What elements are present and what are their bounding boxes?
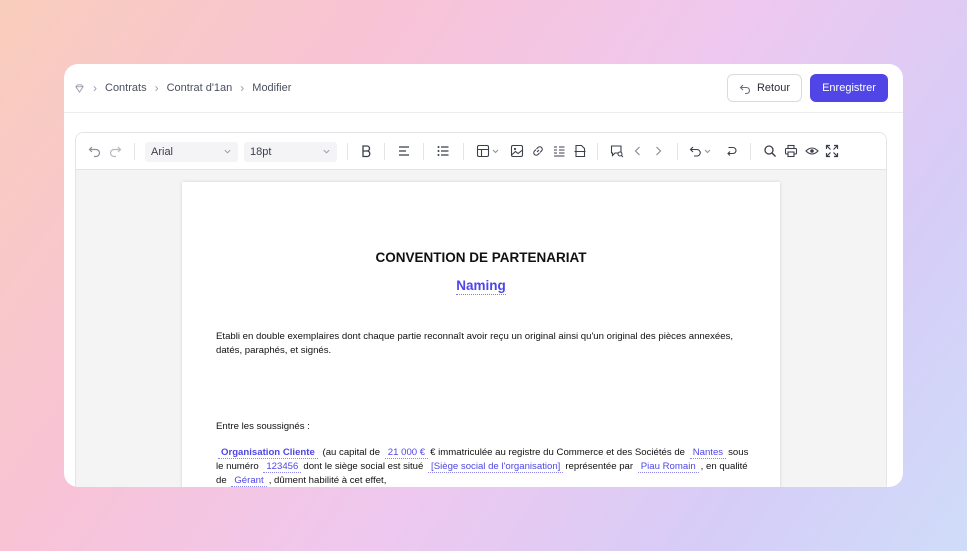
table-icon[interactable] — [476, 143, 502, 159]
chevron-right-icon: › — [93, 81, 97, 95]
clause-text: sous — [728, 447, 749, 458]
registration-number-field[interactable]: 123456 — [263, 461, 302, 473]
editor-toolbar: Arial 18pt — [76, 133, 886, 170]
clause-text: , dûment habilité à cet effet, — [268, 475, 387, 486]
breadcrumb-item-current: Modifier — [252, 82, 292, 94]
intro-line: datés, paraphés, et signés. — [216, 345, 332, 356]
preview-icon[interactable] — [804, 143, 820, 159]
comment-icon[interactable] — [609, 143, 625, 159]
back-button-label: Retour — [756, 82, 791, 94]
role-field[interactable]: Gérant — [231, 475, 267, 487]
back-button[interactable]: Retour — [727, 74, 802, 102]
toolbar-divider — [423, 143, 424, 160]
font-size-value: 18pt — [250, 146, 272, 158]
clause-line: Organisation Cliente (au capital de 21 0… — [216, 446, 750, 460]
clause-text: dont le siège social est situé — [303, 461, 424, 472]
save-button[interactable]: Enregistrer — [810, 74, 888, 102]
toolbar-divider — [463, 143, 464, 160]
clause-text: € immatriculée au registre du Commerce e… — [430, 447, 686, 458]
chevron-down-icon — [323, 149, 330, 154]
document-icon[interactable] — [572, 143, 588, 159]
return-icon — [739, 84, 750, 94]
save-button-label: Enregistrer — [822, 82, 876, 94]
representative-field[interactable]: Piau Romain — [637, 461, 699, 473]
address-field[interactable]: [Siège social de l'organisation] — [428, 461, 564, 473]
intro-paragraph: Etabli en double exemplaires dont chaque… — [216, 330, 750, 358]
naming-field[interactable]: Naming — [182, 278, 780, 295]
fullscreen-icon[interactable] — [824, 143, 840, 159]
image-icon[interactable] — [509, 143, 525, 159]
font-family-select[interactable]: Arial — [145, 142, 238, 162]
org-name-field[interactable]: Organisation Cliente — [218, 447, 318, 459]
redo-icon[interactable] — [107, 143, 123, 159]
list-icon[interactable] — [551, 143, 567, 159]
revert-icon[interactable] — [723, 143, 739, 159]
toolbar-divider — [384, 143, 385, 160]
party-clause: Organisation Cliente (au capital de 21 0… — [216, 446, 750, 487]
font-size-select[interactable]: 18pt — [244, 142, 337, 162]
toolbar-divider — [134, 143, 135, 160]
breadcrumb-item-contrat[interactable]: Contrat d'1an — [167, 82, 233, 94]
toolbar-divider — [750, 143, 751, 160]
breadcrumb: › Contrats › Contrat d'1an › Modifier — [74, 80, 291, 96]
align-left-icon[interactable] — [396, 143, 412, 159]
bold-icon[interactable] — [358, 143, 374, 159]
document-title: CONVENTION DE PARTENARIAT — [375, 250, 587, 265]
print-icon[interactable] — [783, 143, 799, 159]
font-family-value: Arial — [151, 146, 174, 158]
document-editor: Arial 18pt CONVENTION DE PARTENARIAT Nam… — [75, 132, 887, 487]
undo-icon[interactable] — [87, 143, 103, 159]
chevron-left-icon[interactable] — [630, 143, 646, 159]
bullet-list-icon[interactable] — [435, 143, 451, 159]
header-bar: › Contrats › Contrat d'1an › Modifier Re… — [64, 64, 903, 113]
clause-text: de — [216, 475, 227, 486]
track-changes-icon[interactable] — [689, 143, 715, 159]
clause-line: de Gérant, dûment habilité à cet effet, — [216, 474, 750, 487]
chevron-down-icon — [224, 149, 231, 154]
clause-line: le numéro 123456 dont le siège social est… — [216, 460, 750, 474]
link-icon[interactable] — [530, 143, 546, 159]
home-icon[interactable] — [74, 83, 85, 94]
naming-field-value: Naming — [456, 278, 506, 295]
clause-text: (au capital de — [322, 447, 381, 458]
toolbar-divider — [347, 143, 348, 160]
city-field[interactable]: Nantes — [689, 447, 727, 459]
clause-text: le numéro — [216, 461, 259, 472]
parties-heading: Entre les soussignés : — [216, 421, 310, 432]
capital-field[interactable]: 21 000 € — [384, 447, 429, 459]
chevron-right-icon: › — [240, 81, 245, 95]
breadcrumb-item-contrats[interactable]: Contrats — [105, 82, 147, 94]
clause-text: représentée par — [565, 461, 634, 472]
toolbar-divider — [677, 143, 678, 160]
document-page[interactable]: CONVENTION DE PARTENARIAT Naming Etabli … — [182, 182, 780, 487]
intro-line: Etabli en double exemplaires dont chaque… — [216, 331, 734, 342]
chevron-right-icon: › — [154, 81, 159, 95]
toolbar-divider — [597, 143, 598, 160]
chevron-right-icon[interactable] — [650, 143, 666, 159]
search-icon[interactable] — [762, 143, 778, 159]
clause-text: , en qualité — [700, 461, 748, 472]
app-card: › Contrats › Contrat d'1an › Modifier Re… — [64, 64, 903, 487]
